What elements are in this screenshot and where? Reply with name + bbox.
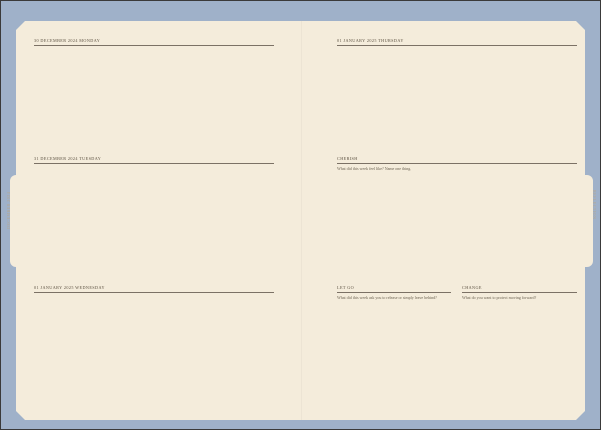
reflection-let-go[interactable]: LET GO What did this week ask you to rel… (337, 285, 451, 300)
reflection-change[interactable]: CHANGE What do you want to protect movin… (462, 285, 577, 300)
heading-rule (337, 45, 577, 46)
reflection-heading: LET GO (337, 285, 355, 290)
reflection-prompt: What did this week feel like? Name one t… (337, 166, 412, 171)
left-side-label: DECEMBER 2024 (6, 191, 11, 229)
day-heading: 01 JANUARY 2025 THURSDAY (337, 38, 404, 43)
heading-rule (337, 163, 577, 164)
reflection-prompt: What did this week ask you to release or… (337, 295, 437, 300)
right-side-label: REFLECTION (592, 190, 597, 220)
page-gutter (301, 21, 302, 420)
day-heading: 31 DECEMBER 2024 TUESDAY (34, 156, 102, 161)
day-section-wednesday[interactable]: 01 JANUARY 2025 WEDNESDAY (34, 285, 274, 293)
reflection-cherish[interactable]: CHERISH What did this week feel like? Na… (337, 156, 577, 171)
day-heading: 01 JANUARY 2025 WEDNESDAY (34, 285, 105, 290)
heading-rule (337, 292, 451, 293)
heading-rule (34, 163, 274, 164)
day-section-tuesday[interactable]: 31 DECEMBER 2024 TUESDAY (34, 156, 274, 164)
day-section-thursday[interactable]: 01 JANUARY 2025 THURSDAY (337, 38, 577, 46)
heading-rule (34, 292, 274, 293)
day-section-monday[interactable]: 30 DECEMBER 2024 MONDAY (34, 38, 274, 46)
reflection-prompt: What do you want to protect moving forwa… (462, 295, 537, 300)
heading-rule (34, 45, 274, 46)
reflection-heading: CHANGE (462, 285, 482, 290)
heading-rule (462, 292, 577, 293)
reflection-heading: CHERISH (337, 156, 358, 161)
day-heading: 30 DECEMBER 2024 MONDAY (34, 38, 101, 43)
